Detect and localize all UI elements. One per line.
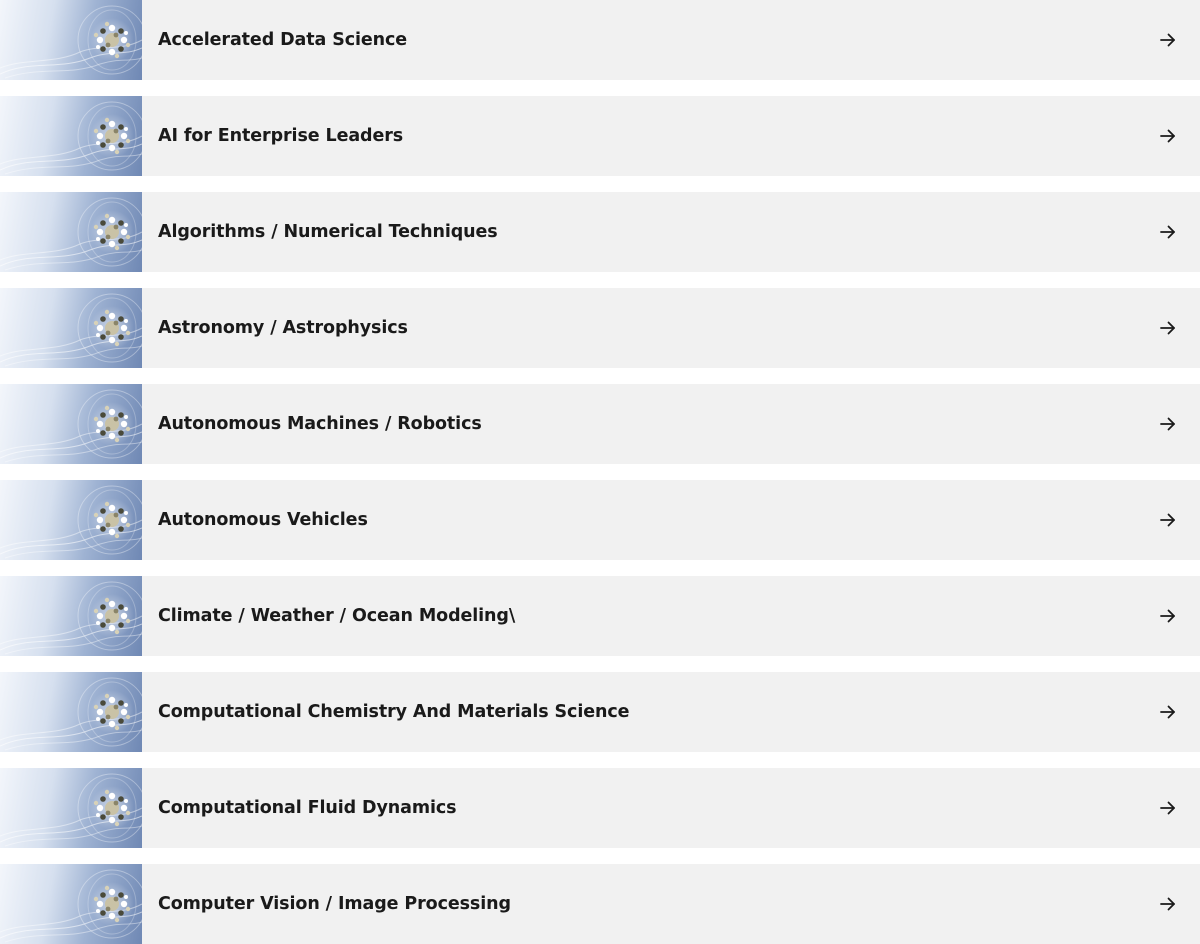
topic-label: Autonomous Vehicles — [158, 510, 368, 530]
arrow-right-icon[interactable] — [1158, 510, 1178, 530]
topic-row[interactable]: Computational Chemistry And Materials Sc… — [0, 672, 1200, 752]
molecule-thumbnail — [0, 96, 142, 176]
topic-row[interactable]: Astronomy / Astrophysics — [0, 288, 1200, 368]
arrow-right-icon[interactable] — [1158, 606, 1178, 626]
arrow-right-icon[interactable] — [1158, 222, 1178, 242]
arrow-right-icon[interactable] — [1158, 702, 1178, 722]
topic-row[interactable]: Autonomous Vehicles — [0, 480, 1200, 560]
molecule-thumbnail — [0, 576, 142, 656]
topic-label: Computer Vision / Image Processing — [158, 894, 511, 914]
molecule-thumbnail — [0, 192, 142, 272]
molecule-thumbnail — [0, 0, 142, 80]
arrow-right-icon[interactable] — [1158, 126, 1178, 146]
topic-list: Accelerated Data Science AI for Enterpri… — [0, 0, 1200, 944]
arrow-right-icon[interactable] — [1158, 414, 1178, 434]
topic-row[interactable]: Autonomous Machines / Robotics — [0, 384, 1200, 464]
arrow-right-icon[interactable] — [1158, 318, 1178, 338]
topic-label: Computational Chemistry And Materials Sc… — [158, 702, 630, 722]
topic-label: Algorithms / Numerical Techniques — [158, 222, 498, 242]
topic-row[interactable]: Computer Vision / Image Processing — [0, 864, 1200, 944]
arrow-right-icon[interactable] — [1158, 798, 1178, 818]
arrow-right-icon[interactable] — [1158, 30, 1178, 50]
molecule-thumbnail — [0, 384, 142, 464]
topic-label: Computational Fluid Dynamics — [158, 798, 457, 818]
topic-row[interactable]: AI for Enterprise Leaders — [0, 96, 1200, 176]
topic-label: Autonomous Machines / Robotics — [158, 414, 482, 434]
topic-label: Astronomy / Astrophysics — [158, 318, 408, 338]
topic-row[interactable]: Climate / Weather / Ocean Modeling\ — [0, 576, 1200, 656]
topic-row[interactable]: Algorithms / Numerical Techniques — [0, 192, 1200, 272]
arrow-right-icon[interactable] — [1158, 894, 1178, 914]
molecule-thumbnail — [0, 864, 142, 944]
molecule-thumbnail — [0, 672, 142, 752]
topic-row[interactable]: Computational Fluid Dynamics — [0, 768, 1200, 848]
molecule-thumbnail — [0, 288, 142, 368]
topic-row[interactable]: Accelerated Data Science — [0, 0, 1200, 80]
topic-label: Climate / Weather / Ocean Modeling\ — [158, 606, 516, 626]
molecule-thumbnail — [0, 768, 142, 848]
topic-label: Accelerated Data Science — [158, 30, 408, 50]
topic-label: AI for Enterprise Leaders — [158, 126, 404, 146]
molecule-thumbnail — [0, 480, 142, 560]
